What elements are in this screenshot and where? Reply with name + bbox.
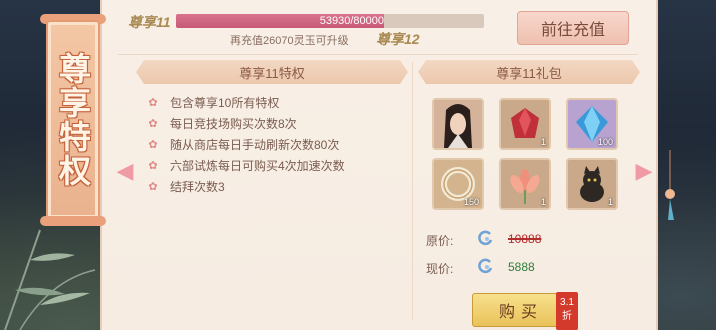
list-item: ✿ 每日竞技场购买次数8次 (146, 113, 406, 134)
next-level-arrow-icon[interactable]: ▶ (635, 158, 653, 184)
flower-bullet-icon: ✿ (148, 139, 158, 151)
next-vip-level: 尊享12 (376, 31, 420, 47)
go-recharge-button[interactable]: 前往充值 (517, 11, 629, 45)
gift-slot-lotus-flower[interactable]: 1 (499, 158, 551, 210)
privilege-text: 六部试炼每日可购买4次加速次数 (170, 159, 345, 173)
slot-count: 100 (597, 137, 613, 147)
list-item: ✿ 结拜次数3 (146, 176, 406, 197)
banner-cap-bottom (40, 216, 106, 226)
flower-bullet-icon: ✿ (148, 181, 158, 193)
flower-bullet-icon: ✿ (148, 118, 158, 130)
vip-progress-bar: 53930/80000 (176, 14, 484, 28)
privilege-list: ✿ 包含尊享10所有特权 ✿ 每日竞技场购买次数8次 ✿ 随从商店每日手动刷新次数80… (146, 92, 406, 197)
discount-badge: 3.1折 (556, 292, 578, 330)
gift-slot-red-gem[interactable]: 1 (499, 98, 551, 150)
flower-bullet-icon: ✿ (148, 97, 158, 109)
slot-count: 1 (540, 137, 546, 147)
current-vip-level: 尊享11 (128, 14, 171, 30)
original-price: 10888 (508, 232, 542, 246)
list-item: ✿ 随从商店每日手动刷新次数80次 (146, 134, 406, 155)
privilege-text: 每日竞技场购买次数8次 (170, 117, 297, 131)
privileges-header: 尊享11特权 (136, 60, 408, 84)
current-price: 5888 (508, 260, 535, 274)
hanging-ornament-icon (665, 150, 675, 220)
hero-portrait-icon (434, 100, 482, 148)
gift-pack-header: 尊享11礼包 (418, 60, 640, 84)
original-price-label: 原价: (426, 234, 454, 248)
jade-currency-icon (478, 258, 493, 274)
gift-slot-black-cat[interactable]: 1 (566, 158, 618, 210)
gift-slot-blue-crystal[interactable]: 100 (566, 98, 618, 150)
upgrade-hint: 再充值26070灵玉可升级 (230, 35, 349, 47)
slot-count: 1 (607, 197, 613, 207)
previous-level-arrow-icon[interactable]: ◀ (116, 158, 134, 184)
list-item: ✿ 包含尊享10所有特权 (146, 92, 406, 113)
slot-count: 1 (540, 197, 546, 207)
current-price-label: 现价: (426, 262, 454, 276)
banner-title: 尊享特权 (54, 52, 92, 188)
column-divider (412, 62, 413, 320)
flower-bullet-icon: ✿ (148, 160, 158, 172)
slot-count: 150 (463, 197, 479, 207)
privilege-text: 包含尊享10所有特权 (170, 96, 280, 110)
privilege-text: 随从商店每日手动刷新次数80次 (170, 138, 340, 152)
list-item: ✿ 六部试炼每日可购买4次加速次数 (146, 155, 406, 176)
divider (118, 54, 638, 55)
vip-privilege-banner: 尊享特权 (46, 20, 100, 220)
gift-slot-hero-portrait[interactable] (432, 98, 484, 150)
privilege-text: 结拜次数3 (170, 180, 225, 194)
gift-slot-jade-ring[interactable]: 150 (432, 158, 484, 210)
vip-progress-text: 53930/80000 (319, 15, 384, 27)
jade-currency-icon (478, 230, 493, 246)
